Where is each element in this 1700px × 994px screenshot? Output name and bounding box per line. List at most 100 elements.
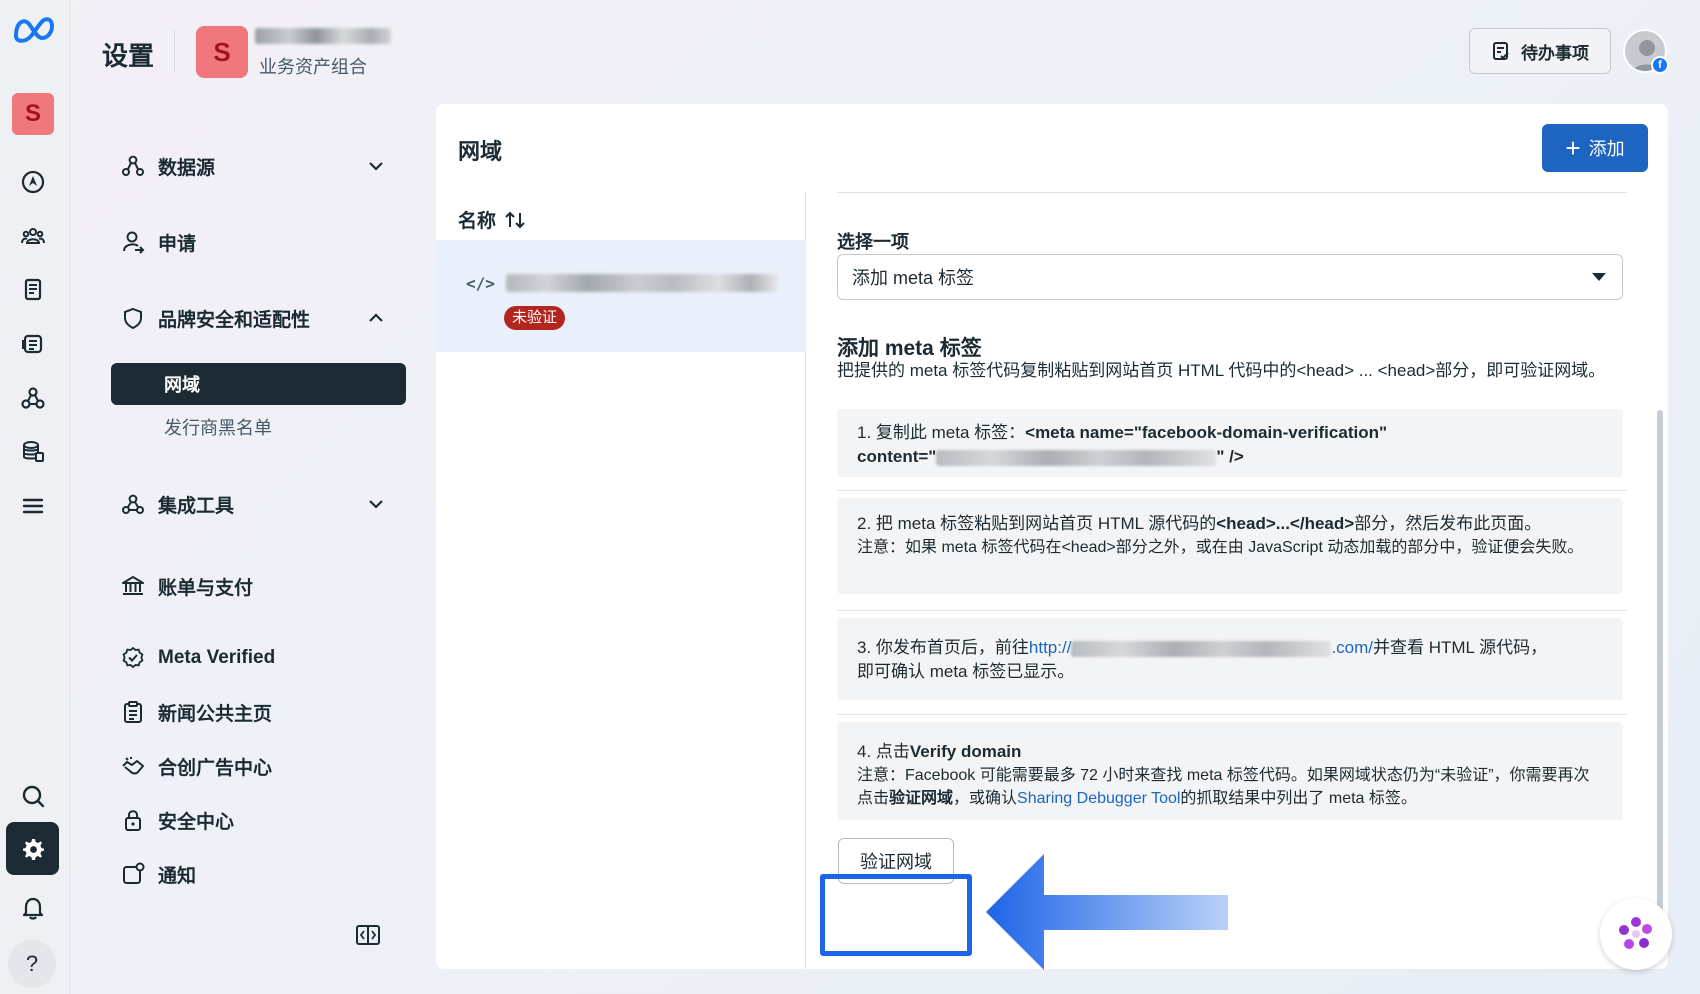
nav-item-label: 账单与支付 (158, 577, 254, 599)
nav-news-pages[interactable]: 新闻公共主页 (120, 692, 410, 732)
divider (837, 610, 1627, 611)
business-avatar[interactable]: S (196, 26, 248, 78)
ad-accounts-icon[interactable] (17, 328, 49, 360)
column-header-name[interactable]: 名称 (458, 206, 526, 233)
meta-tag-content-suffix: " /> (1216, 447, 1244, 466)
nav-brand-safety[interactable]: 品牌安全和适配性 (120, 298, 410, 338)
data-sources-icon[interactable] (17, 382, 49, 414)
collapse-sidebar-icon[interactable] (355, 924, 381, 946)
section-description: 把提供的 meta 标签代码复制粘贴到网站首页 HTML 代码中的<head> … (837, 361, 1606, 380)
nav-item-label: 数据源 (158, 157, 216, 179)
business-avatar-rail[interactable]: S (12, 93, 54, 135)
domain-detail: 选择一项 添加 meta 标签 添加 meta 标签 把提供的 meta 标签代… (807, 192, 1668, 969)
step2-text: 2. 把 meta 标签粘贴到网站首页 HTML 源代码的 (857, 514, 1217, 533)
highlight-box (820, 874, 972, 956)
step1-text: 1. 复制此 meta 标签： (857, 423, 1026, 442)
nav-requests[interactable]: 申请 (120, 222, 410, 262)
todo-button[interactable]: 待办事项 (1469, 28, 1611, 74)
chevron-down-icon (369, 162, 383, 171)
step4-note-c: 的抓取结果中列出了 meta 标签。 (1180, 790, 1417, 807)
step3-suffix: 并查看 HTML 源代码， (1373, 638, 1548, 657)
todo-label: 待办事项 (1521, 43, 1589, 63)
bank-icon (120, 573, 146, 599)
business-portfolio-label: 业务资产组合 (259, 57, 367, 77)
people-icon[interactable] (17, 220, 49, 252)
panel-title: 网域 (458, 139, 503, 164)
pages-icon[interactable] (17, 274, 49, 306)
step4-note-b: ，或确认 (953, 790, 1018, 807)
step2-note: 注意：如果 meta 标签代码在<head>部分之外，或在由 JavaScrip… (857, 539, 1584, 556)
domain-name-redacted (506, 274, 778, 292)
domain-name-redacted (1071, 640, 1332, 657)
step-1: 1. 复制此 meta 标签：<meta name="facebook-doma… (837, 409, 1623, 477)
sharing-debugger-link[interactable]: Sharing Debugger Tool (1017, 790, 1180, 807)
domain-link-scheme: http:// (1028, 638, 1072, 657)
nav-item-label: 安全中心 (158, 811, 235, 833)
nav-integrations[interactable]: 集成工具 (120, 484, 410, 524)
step4-bold: Verify domain (909, 742, 1022, 761)
nav-meta-verified[interactable]: Meta Verified (120, 638, 410, 678)
step4-text: 4. 点击 (857, 742, 910, 761)
lock-icon (120, 807, 146, 833)
integrations-icon (120, 491, 146, 517)
verification-token-redacted (936, 449, 1217, 466)
add-button-label: 添加 (1588, 139, 1625, 159)
code-icon: </> (466, 274, 495, 293)
domain-link-tld: .com/ (1331, 638, 1373, 657)
chevron-down-icon (369, 500, 383, 509)
header-divider (174, 30, 175, 72)
notification-icon (120, 861, 146, 887)
select-label: 选择一项 (837, 232, 909, 252)
verified-badge-icon (120, 645, 146, 671)
billing-icon[interactable] (17, 436, 49, 468)
add-domain-button[interactable]: + 添加 (1542, 124, 1648, 172)
compass-icon[interactable] (17, 166, 49, 198)
shield-icon (120, 305, 146, 331)
facebook-badge-icon: f (1651, 56, 1669, 74)
settings-gear-icon[interactable] (6, 822, 59, 875)
search-icon[interactable] (17, 780, 49, 812)
meta-logo-icon[interactable] (12, 14, 58, 44)
chevron-up-icon (369, 313, 383, 322)
assistant-button[interactable] (1600, 898, 1672, 970)
menu-icon[interactable] (17, 490, 49, 522)
person-icon (120, 229, 146, 255)
bell-icon[interactable] (17, 892, 49, 924)
list-item[interactable]: </> 未验证 (436, 240, 806, 352)
nav-item-label: 申请 (158, 233, 197, 255)
page-title: 设置 (102, 41, 155, 71)
meta-tag-code[interactable]: <meta name="facebook-domain-verification… (1025, 423, 1387, 442)
column-header-label: 名称 (458, 211, 497, 232)
step3-line2: 即可确认 meta 标签已显示。 (857, 662, 1075, 681)
nav-sub-publisher-blocklist[interactable]: 发行商黑名单 (111, 406, 406, 448)
nav-item-label: Meta Verified (158, 647, 276, 668)
nav-notifications[interactable]: 通知 (120, 854, 410, 894)
nav-item-label: 合创广告中心 (158, 757, 273, 779)
news-icon (120, 699, 146, 725)
step3-text: 3. 你发布首页后，前往 (857, 638, 1029, 657)
business-name-redacted (255, 28, 391, 44)
meta-tag-content-prefix: content=" (857, 447, 937, 466)
nav-sub-domains[interactable]: 网域 (111, 363, 406, 405)
nav-billing[interactable]: 账单与支付 (120, 566, 410, 606)
step4-note-bold: 验证网域 (889, 790, 954, 807)
nav-data-sources[interactable]: 数据源 (120, 146, 410, 186)
divider (837, 490, 1627, 491)
step-3: 3. 你发布首页后，前往http:// .com/并查看 HTML 源代码， 即可… (837, 618, 1623, 700)
handshake-icon (120, 753, 146, 779)
head-tag-code: <head>...</head> (1216, 514, 1355, 533)
domain-link[interactable]: http:// .com/ (1029, 638, 1373, 657)
nav-item-label: 通知 (158, 865, 197, 887)
nav-item-label: 品牌安全和适配性 (158, 309, 311, 331)
pointer-arrow-icon (986, 854, 1228, 970)
step-4: 4. 点击Verify domain 注意：Facebook 可能需要最多 72… (837, 722, 1623, 820)
nav-partnership-ads[interactable]: 合创广告中心 (120, 746, 410, 786)
data-source-icon (120, 153, 146, 179)
todo-icon (1493, 42, 1509, 60)
step-2: 2. 把 meta 标签粘贴到网站首页 HTML 源代码的<head>...</… (837, 498, 1623, 594)
nav-security-center[interactable]: 安全中心 (120, 800, 410, 840)
scrollbar[interactable] (1657, 410, 1663, 930)
divider (837, 192, 1627, 193)
verification-method-select[interactable]: 添加 meta 标签 (837, 254, 1623, 300)
help-icon[interactable]: ? (8, 940, 56, 988)
